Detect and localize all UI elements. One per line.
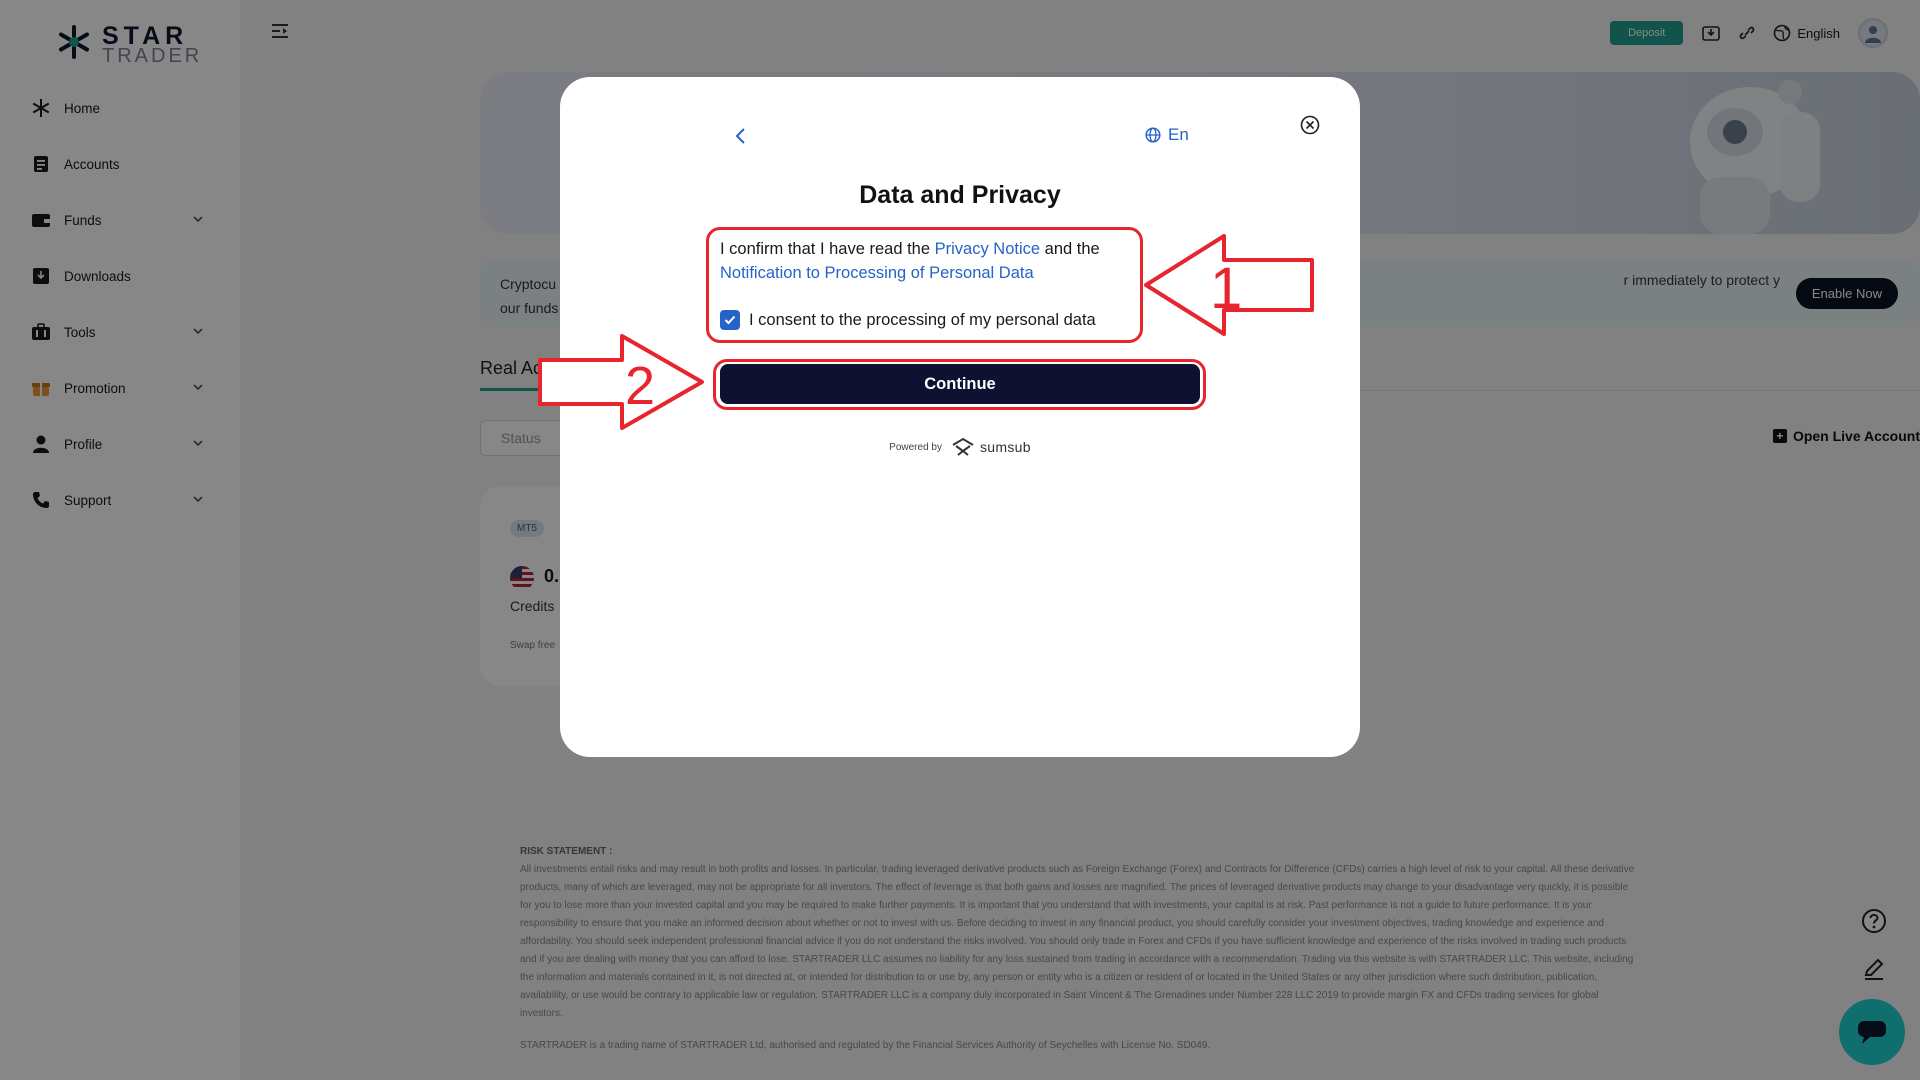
annotation-highlight-continue <box>713 359 1206 410</box>
powered-by: Powered by sumsub <box>560 437 1360 457</box>
sumsub-brand: sumsub <box>979 439 1031 455</box>
annotation-arrow-step-2: 2 <box>538 334 704 430</box>
modal-language-label: En <box>1168 125 1189 144</box>
powered-by-label: Powered by <box>889 441 942 453</box>
globe-icon <box>1145 127 1161 143</box>
modal-language-selector[interactable]: En <box>1145 125 1189 145</box>
modal-title: Data and Privacy <box>859 181 1061 209</box>
annotation-step-1-label: 1 <box>1210 256 1242 321</box>
annotation-arrow-step-1: 1 <box>1144 234 1314 336</box>
close-icon[interactable] <box>1299 114 1321 136</box>
sumsub-logo-icon <box>952 437 974 456</box>
annotation-step-2-label: 2 <box>625 356 655 416</box>
annotation-highlight-consent <box>706 227 1143 343</box>
back-chevron-icon[interactable] <box>730 125 752 147</box>
